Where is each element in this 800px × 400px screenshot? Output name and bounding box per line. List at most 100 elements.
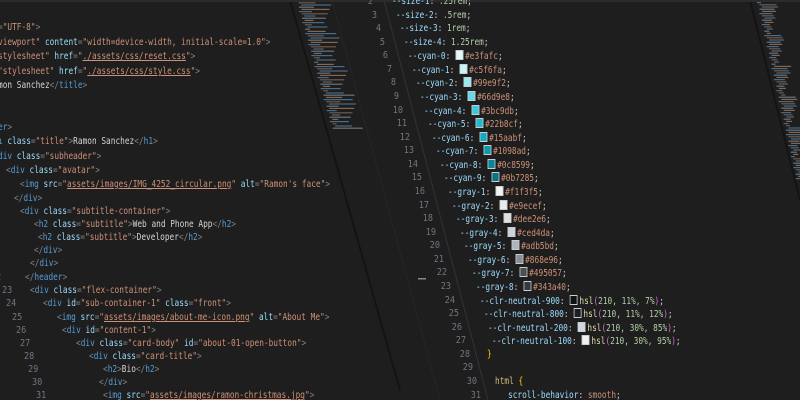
code-line[interactable]: <div class="flex-container">	[30, 285, 162, 297]
code-line[interactable]: --gray-4: #ced4da;	[460, 226, 555, 240]
code-token: class	[99, 338, 123, 349]
code-line[interactable]: --clr-neutral-100: hsl(210, 30%, 95%);	[492, 335, 681, 348]
code-line[interactable]: }	[487, 349, 492, 361]
color-swatch-icon[interactable]	[511, 240, 520, 251]
code-line[interactable]: html {	[495, 376, 523, 388]
code-line[interactable]: </div>	[30, 258, 58, 270]
minimap-line	[781, 94, 786, 96]
color-swatch-icon[interactable]	[507, 226, 516, 237]
color-swatch-icon[interactable]	[467, 90, 476, 101]
code-token: hsl	[587, 322, 602, 334]
code-line[interactable]: --gray-7: #495057;	[472, 267, 567, 280]
minimap-line	[320, 83, 343, 85]
color-swatch-icon[interactable]	[487, 158, 496, 169]
color-swatch-icon[interactable]	[459, 63, 468, 74]
code-line[interactable]: </header>	[25, 272, 67, 284]
code-line[interactable]: --cyan-9: #0b7285;	[444, 172, 539, 185]
code-line[interactable]: </div>	[99, 377, 127, 389]
code-token: content	[44, 37, 78, 48]
code-token: :	[505, 254, 515, 266]
color-swatch-icon[interactable]	[582, 335, 590, 346]
color-swatch-icon[interactable]	[519, 267, 528, 278]
code-token: img	[24, 179, 39, 190]
code-line[interactable]: <div class="avatar">	[6, 165, 100, 177]
color-swatch-icon[interactable]	[523, 280, 532, 291]
code-line[interactable]: --clr-neutral-900: hsl(210, 11%, 7%);	[480, 294, 664, 308]
line-number: 28	[24, 351, 35, 362]
code-line[interactable]: --gray-3: #dee2e6;	[456, 213, 551, 226]
code-line[interactable]: --cyan-0: #e3fafc;	[408, 50, 503, 63]
code-token: .25rem	[438, 0, 468, 7]
color-swatch-icon[interactable]	[471, 104, 480, 115]
minimap-line	[308, 44, 321, 46]
color-swatch-icon[interactable]	[475, 118, 484, 129]
code-line[interactable]: --gray-5: #adb5bd;	[464, 240, 559, 253]
minimap-line	[766, 28, 773, 30]
code-line[interactable]: div class="subheader">	[0, 151, 101, 163]
code-line[interactable]: --cyan-6: #15aabf;	[432, 131, 527, 145]
color-swatch-icon[interactable]	[574, 308, 582, 319]
code-line[interactable]: --cyan-5: #22b8cf;	[428, 118, 523, 131]
color-swatch-icon[interactable]	[495, 185, 504, 196]
code-line[interactable]: --gray-6: #868e96;	[468, 253, 563, 267]
code-line[interactable]: --size-1: .25rem;	[392, 0, 472, 8]
color-swatch-icon[interactable]	[479, 131, 488, 142]
code-line[interactable]: "stylesheet" href="./assets/css/style.cs…	[0, 66, 200, 78]
code-line[interactable]: </div>	[14, 193, 42, 205]
code-line[interactable]: --size-3: 1rem;	[400, 23, 470, 35]
code-line[interactable]: --size-2: .5rem;	[396, 10, 471, 22]
code-line[interactable]: ="UTF-8">	[0, 22, 40, 34]
code-line[interactable]: ı class="title">Ramon Sanchez</h1>	[0, 136, 158, 148]
line-number: 8	[390, 77, 396, 89]
color-swatch-icon[interactable]	[491, 172, 500, 183]
code-line[interactable]: <img src="assets/images/about-me-icon.pn…	[57, 312, 329, 324]
code-token: --size-1	[392, 0, 430, 7]
code-token: ;	[557, 254, 563, 266]
color-swatch-icon[interactable]	[483, 145, 492, 156]
code-line[interactable]: <div id="sub-container-1" class="front">	[43, 298, 231, 310]
color-swatch-icon[interactable]	[515, 253, 524, 264]
code-line[interactable]: --clr-neutral-800: hsl(210, 11%, 12%);	[484, 308, 673, 321]
code-line[interactable]: <div id="content-1">	[62, 325, 156, 337]
minimap-line	[310, 46, 336, 48]
code-line[interactable]: --cyan-7: #1098ad;	[436, 145, 531, 158]
color-swatch-icon[interactable]	[463, 77, 472, 88]
line-number: 12	[400, 131, 411, 143]
code-line[interactable]: --size-4: 1.25rem;	[404, 37, 489, 49]
color-swatch-icon[interactable]	[499, 199, 508, 210]
code-line[interactable]: --cyan-3: #66d9e8;	[420, 90, 515, 104]
code-line[interactable]: --clr-neutral-200: hsl(210, 30%, 85%);	[488, 321, 677, 335]
code-line[interactable]: <h2 class="subtitle">Web and Phone App</…	[34, 219, 236, 231]
code-token: --gray-6	[468, 254, 506, 266]
code-line[interactable]: <div class="subtitle-container">	[20, 206, 170, 218]
code-line[interactable]: --gray-1: #f1f3f5;	[448, 185, 543, 199]
code-line[interactable]: --gray-2: #e9ecef;	[452, 199, 547, 213]
color-swatch-icon[interactable]	[455, 50, 464, 61]
code-line[interactable]: scroll-behavior: smooth;	[508, 390, 621, 400]
code-line[interactable]: <img src="assets/images/ramon-christmas.…	[103, 390, 314, 400]
code-line[interactable]: mon Sanchez</title>	[0, 80, 87, 92]
code-line[interactable]: er>	[0, 122, 12, 134]
line-number: 10	[392, 104, 403, 116]
code-line[interactable]: --gray-8: #343a40;	[476, 280, 571, 294]
code-line[interactable]: --cyan-4: #3bc9db;	[424, 104, 519, 118]
code-token: :	[578, 389, 588, 400]
code-line[interactable]: <h2>Bio</h2>	[103, 364, 159, 376]
color-swatch-icon[interactable]	[503, 213, 512, 224]
code-line[interactable]: --cyan-8: #0c8599;	[440, 158, 535, 172]
code-line[interactable]: --cyan-2: #99e9f2;	[416, 77, 511, 90]
code-token: --cyan-7	[436, 146, 474, 158]
code-line[interactable]: </div>	[34, 245, 62, 257]
minimap-line	[761, 10, 776, 12]
code-line[interactable]: --cyan-1: #c5f6fa;	[412, 63, 507, 77]
code-line[interactable]: stylesheet" href="./assets/css/reset.css…	[0, 51, 195, 63]
code-line[interactable]: <div class="card-body" id="about-01-open…	[76, 338, 306, 350]
code-line[interactable]: viewport" content="width=device-width, i…	[0, 37, 270, 49]
color-swatch-icon[interactable]	[570, 294, 578, 305]
code-line[interactable]: <h2 class="subtitle">Developer</h2>	[38, 232, 202, 244]
minimap-line	[307, 35, 324, 37]
color-swatch-icon[interactable]	[578, 321, 586, 332]
code-token: :	[461, 105, 471, 117]
code-line[interactable]: <img src="assets/images/IMG_4252_circula…	[20, 179, 330, 191]
code-line[interactable]: <div class="card-title">	[89, 351, 202, 363]
